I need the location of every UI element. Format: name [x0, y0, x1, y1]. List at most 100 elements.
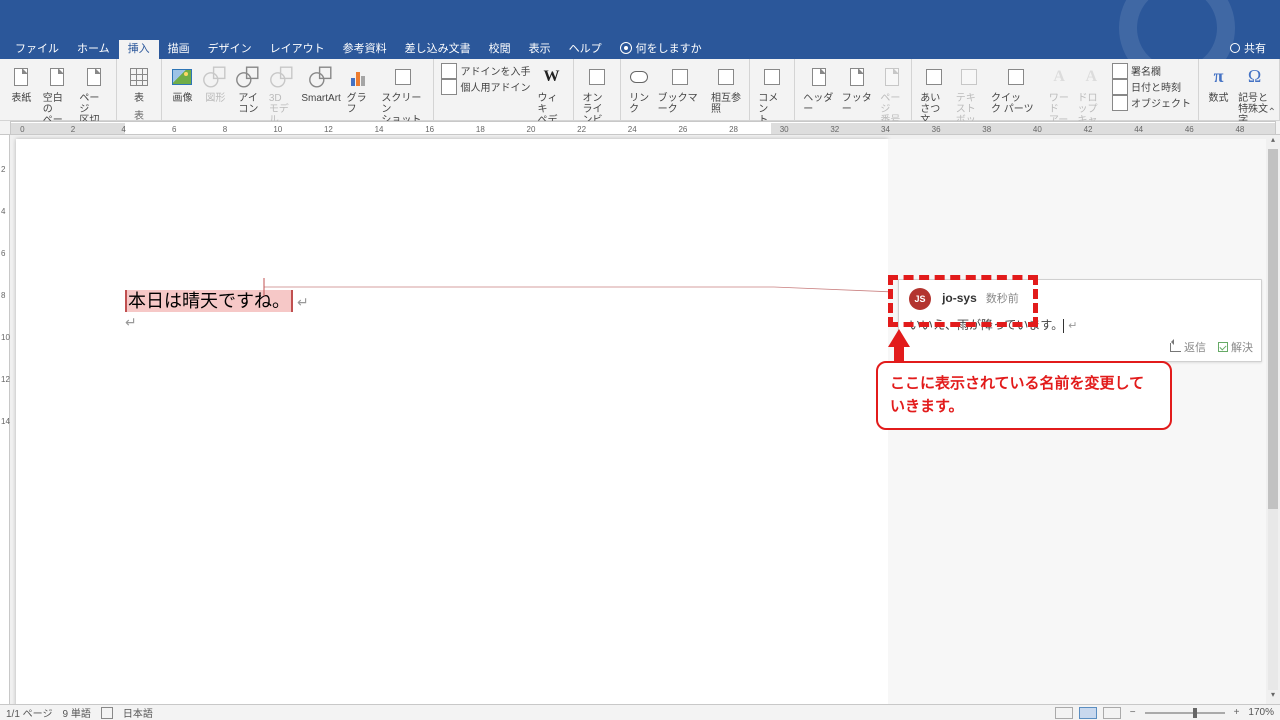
ribbon-label: 相互参照	[711, 93, 741, 115]
wordart-button-icon: A	[1045, 63, 1073, 91]
object-button[interactable]: オブジェクト	[1112, 95, 1191, 110]
comment-button-icon	[758, 63, 786, 91]
ribbon-label: 表	[134, 93, 144, 104]
symbol-button-icon: Ω	[1241, 63, 1269, 91]
drop-cap-button-icon: A	[1077, 63, 1105, 91]
ribbon-label: SmartArt	[301, 93, 340, 104]
link-button[interactable]: リンク	[625, 61, 654, 117]
comment-card[interactable]: JS jo-sys 数秒前 いいえ、雨が降っています。↵ 返信 解決	[898, 279, 1262, 362]
chart-button[interactable]: グラフ	[343, 61, 378, 117]
comment-body[interactable]: いいえ、雨が降っています。↵	[909, 316, 1251, 333]
table-button-icon	[125, 63, 153, 91]
date-time-button[interactable]: 日付と時刻	[1112, 79, 1191, 94]
cross-reference-button-icon	[712, 63, 740, 91]
tab-ファイル[interactable]: ファイル	[6, 37, 68, 59]
cover-page-button[interactable]: 表紙	[4, 61, 39, 106]
tab-デザイン[interactable]: デザイン	[199, 37, 261, 59]
ribbon-group-メディア: オンラインビデオメディア	[574, 59, 620, 120]
greeting-button[interactable]: あいさつ文	[916, 61, 952, 128]
read-mode-button[interactable]	[1055, 707, 1073, 719]
vertical-scrollbar[interactable]: ▴ ▾	[1266, 135, 1280, 704]
document-page: 本日は晴天ですね。↵ ↵	[16, 139, 888, 704]
print-layout-button[interactable]	[1079, 707, 1097, 719]
scroll-up-button[interactable]: ▴	[1266, 135, 1280, 149]
ribbon-label: グラフ	[347, 93, 374, 115]
quick-parts-button-icon	[1002, 63, 1030, 91]
ribbon-label: ヘッダー	[803, 93, 834, 115]
my-addins-button[interactable]: 個人用アドイン	[441, 79, 530, 94]
zoom-slider-handle[interactable]	[1193, 708, 1197, 718]
page-number-button: ページ番号	[876, 61, 907, 128]
tab-差し込み文書[interactable]: 差し込み文書	[396, 37, 480, 59]
icons-button-icon	[234, 63, 262, 91]
ribbon-group-表: 表表	[117, 59, 162, 120]
zoom-in-button[interactable]: +	[1231, 707, 1243, 718]
ribbon-group-アドイン: アドインを入手個人用アドインWウィキペディアアドイン	[434, 59, 574, 120]
ribbon-group-図: 画像図形アイコン3DモデルSmartArtグラフスクリーンショット図	[162, 59, 434, 120]
collapse-ribbon-button[interactable]: ⌃	[1268, 107, 1276, 118]
header-button[interactable]: ヘッダー	[799, 61, 838, 117]
web-layout-button[interactable]	[1103, 707, 1121, 719]
ribbon-tabs: ファイルホーム挿入描画デザインレイアウト参考資料差し込み文書校閲表示ヘルプ何をし…	[0, 40, 1280, 59]
text-cursor	[1063, 319, 1064, 333]
table-button[interactable]: 表	[121, 61, 157, 106]
zoom-out-button[interactable]: −	[1127, 707, 1139, 718]
bookmark-button-icon	[666, 63, 694, 91]
tell-me-search[interactable]: 何をしますか	[611, 37, 711, 59]
tab-描画[interactable]: 描画	[159, 37, 199, 59]
scrollbar-thumb[interactable]	[1268, 149, 1278, 509]
wikipedia-button-icon: W	[537, 63, 565, 91]
pictures-button[interactable]: 画像	[166, 61, 199, 106]
tab-挿入[interactable]: 挿入	[119, 37, 159, 59]
comment-avatar: JS	[909, 288, 931, 310]
footer-button-icon	[843, 63, 871, 91]
lightbulb-icon	[620, 42, 632, 54]
reply-icon	[1170, 343, 1181, 352]
comment-button[interactable]: コメント	[754, 61, 790, 128]
paragraph-mark-icon: ↵	[125, 315, 137, 332]
quick-parts-button[interactable]: クイック パーツ	[987, 61, 1045, 117]
footer-button[interactable]: フッター	[838, 61, 877, 117]
shapes-button-icon	[201, 63, 229, 91]
tab-校閲[interactable]: 校閲	[480, 37, 520, 59]
zoom-slider[interactable]	[1145, 712, 1225, 714]
smartart-button[interactable]: SmartArt	[300, 61, 343, 106]
equation-button[interactable]: π数式	[1203, 61, 1234, 106]
3d-models-button-icon	[268, 63, 296, 91]
bookmark-button[interactable]: ブックマーク	[654, 61, 707, 117]
tab-表示[interactable]: 表示	[520, 37, 560, 59]
blank-page-button-icon	[43, 63, 71, 91]
signature-line-button-icon	[1112, 63, 1128, 79]
icons-button[interactable]: アイコン	[232, 61, 265, 117]
vertical-ruler[interactable]: 2468101214	[0, 135, 10, 704]
shapes-button: 図形	[199, 61, 232, 106]
proofing-icon[interactable]	[101, 707, 113, 719]
ribbon-group-ページ: 表紙空白のページページ区切りページ	[0, 59, 117, 120]
page-break-button-icon	[80, 63, 108, 91]
scroll-down-button[interactable]: ▾	[1266, 690, 1280, 704]
status-word-count[interactable]: 9 単語	[62, 705, 90, 720]
page-number-button-icon	[878, 63, 906, 91]
smartart-button-icon	[307, 63, 335, 91]
ribbon-group-テキスト: あいさつ文テキストボックスクイック パーツAワードアートAドロップキャップ署名欄…	[912, 59, 1199, 120]
tab-ホーム[interactable]: ホーム	[68, 37, 119, 59]
status-language[interactable]: 日本語	[123, 705, 153, 720]
pictures-button-icon	[168, 63, 196, 91]
ribbon-group-リンク: リンクブックマーク相互参照リンク	[621, 59, 751, 120]
tab-ヘルプ[interactable]: ヘルプ	[560, 37, 611, 59]
object-button-icon	[1112, 95, 1128, 111]
screenshot-button[interactable]: スクリーンショット	[377, 61, 429, 128]
signature-line-button[interactable]: 署名欄	[1112, 63, 1191, 78]
tab-参考資料[interactable]: 参考資料	[334, 37, 396, 59]
zoom-level[interactable]: 170%	[1248, 707, 1274, 718]
greeting-button-icon	[920, 63, 948, 91]
resolve-button[interactable]: 解決	[1218, 339, 1253, 355]
horizontal-ruler[interactable]: 0246810121416182022242628303234363840424…	[0, 121, 1280, 135]
tab-レイアウト[interactable]: レイアウト	[261, 37, 334, 59]
status-page[interactable]: 1/1 ページ	[6, 705, 52, 720]
reply-button[interactable]: 返信	[1170, 339, 1206, 355]
get-addins-button[interactable]: アドインを入手	[441, 63, 530, 78]
ribbon-label: ブックマーク	[658, 93, 703, 115]
cross-reference-button[interactable]: 相互参照	[707, 61, 745, 117]
screenshot-button-icon	[389, 63, 417, 91]
